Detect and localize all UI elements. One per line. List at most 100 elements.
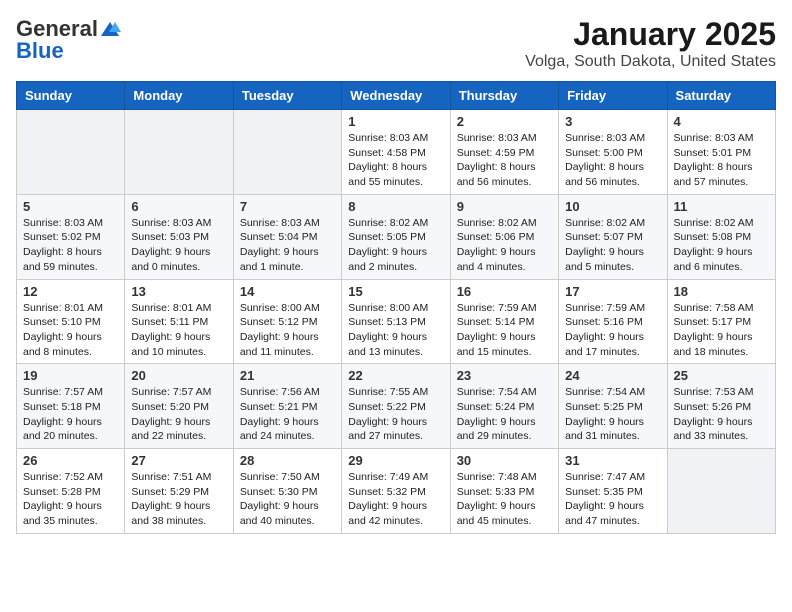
daylight: Daylight: 9 hours and 29 minutes. [457, 416, 536, 443]
calendar-day-cell: 26 Sunrise: 7:52 AM Sunset: 5:28 PM Dayl… [17, 449, 125, 534]
calendar-day-cell: 17 Sunrise: 7:59 AM Sunset: 5:16 PM Dayl… [559, 279, 667, 364]
sunrise: Sunrise: 7:56 AM [240, 386, 320, 398]
daylight: Daylight: 9 hours and 11 minutes. [240, 331, 319, 358]
day-number: 1 [348, 114, 443, 129]
daylight: Daylight: 9 hours and 8 minutes. [23, 331, 102, 358]
weekday-header: Monday [125, 82, 233, 110]
day-info: Sunrise: 7:58 AM Sunset: 5:17 PM Dayligh… [674, 301, 769, 360]
daylight: Daylight: 9 hours and 20 minutes. [23, 416, 102, 443]
day-number: 11 [674, 199, 769, 214]
daylight: Daylight: 9 hours and 42 minutes. [348, 500, 427, 527]
day-info: Sunrise: 8:03 AM Sunset: 5:04 PM Dayligh… [240, 216, 335, 275]
sunset: Sunset: 4:59 PM [457, 147, 535, 159]
day-number: 2 [457, 114, 552, 129]
calendar-week-row: 26 Sunrise: 7:52 AM Sunset: 5:28 PM Dayl… [17, 449, 776, 534]
daylight: Daylight: 9 hours and 27 minutes. [348, 416, 427, 443]
calendar-day-cell: 19 Sunrise: 7:57 AM Sunset: 5:18 PM Dayl… [17, 364, 125, 449]
day-number: 7 [240, 199, 335, 214]
calendar-day-cell: 31 Sunrise: 7:47 AM Sunset: 5:35 PM Dayl… [559, 449, 667, 534]
daylight: Daylight: 9 hours and 40 minutes. [240, 500, 319, 527]
sunrise: Sunrise: 7:53 AM [674, 386, 754, 398]
day-info: Sunrise: 8:03 AM Sunset: 4:58 PM Dayligh… [348, 131, 443, 190]
location-title: Volga, South Dakota, United States [525, 53, 776, 71]
daylight: Daylight: 9 hours and 5 minutes. [565, 246, 644, 273]
sunrise: Sunrise: 7:49 AM [348, 471, 428, 483]
day-info: Sunrise: 7:56 AM Sunset: 5:21 PM Dayligh… [240, 385, 335, 444]
logo-blue: Blue [16, 38, 64, 64]
day-number: 16 [457, 284, 552, 299]
sunrise: Sunrise: 7:55 AM [348, 386, 428, 398]
day-number: 6 [131, 199, 226, 214]
sunset: Sunset: 5:14 PM [457, 316, 535, 328]
day-info: Sunrise: 7:57 AM Sunset: 5:18 PM Dayligh… [23, 385, 118, 444]
day-number: 4 [674, 114, 769, 129]
day-number: 20 [131, 368, 226, 383]
sunrise: Sunrise: 8:02 AM [565, 217, 645, 229]
calendar-day-cell: 21 Sunrise: 7:56 AM Sunset: 5:21 PM Dayl… [233, 364, 341, 449]
sunrise: Sunrise: 8:00 AM [240, 302, 320, 314]
daylight: Daylight: 8 hours and 56 minutes. [457, 161, 536, 188]
daylight: Daylight: 9 hours and 47 minutes. [565, 500, 644, 527]
calendar-week-row: 19 Sunrise: 7:57 AM Sunset: 5:18 PM Dayl… [17, 364, 776, 449]
daylight: Daylight: 9 hours and 15 minutes. [457, 331, 536, 358]
sunset: Sunset: 5:26 PM [674, 401, 752, 413]
calendar-day-cell: 30 Sunrise: 7:48 AM Sunset: 5:33 PM Dayl… [450, 449, 558, 534]
day-number: 18 [674, 284, 769, 299]
day-info: Sunrise: 7:54 AM Sunset: 5:24 PM Dayligh… [457, 385, 552, 444]
day-info: Sunrise: 7:48 AM Sunset: 5:33 PM Dayligh… [457, 470, 552, 529]
day-info: Sunrise: 8:02 AM Sunset: 5:08 PM Dayligh… [674, 216, 769, 275]
day-info: Sunrise: 8:03 AM Sunset: 4:59 PM Dayligh… [457, 131, 552, 190]
sunset: Sunset: 5:29 PM [131, 486, 209, 498]
calendar-day-cell: 9 Sunrise: 8:02 AM Sunset: 5:06 PM Dayli… [450, 194, 558, 279]
sunrise: Sunrise: 8:02 AM [348, 217, 428, 229]
day-info: Sunrise: 7:59 AM Sunset: 5:16 PM Dayligh… [565, 301, 660, 360]
day-number: 19 [23, 368, 118, 383]
sunrise: Sunrise: 8:01 AM [23, 302, 103, 314]
daylight: Daylight: 9 hours and 45 minutes. [457, 500, 536, 527]
day-number: 5 [23, 199, 118, 214]
daylight: Daylight: 9 hours and 13 minutes. [348, 331, 427, 358]
day-number: 14 [240, 284, 335, 299]
logo-icon [99, 20, 121, 38]
calendar-day-cell: 18 Sunrise: 7:58 AM Sunset: 5:17 PM Dayl… [667, 279, 775, 364]
weekday-header: Wednesday [342, 82, 450, 110]
daylight: Daylight: 8 hours and 57 minutes. [674, 161, 753, 188]
sunrise: Sunrise: 8:01 AM [131, 302, 211, 314]
calendar-day-cell: 5 Sunrise: 8:03 AM Sunset: 5:02 PM Dayli… [17, 194, 125, 279]
calendar-day-cell: 1 Sunrise: 8:03 AM Sunset: 4:58 PM Dayli… [342, 110, 450, 195]
day-number: 30 [457, 453, 552, 468]
page-header: General Blue January 2025 Volga, South D… [16, 16, 776, 71]
calendar-day-cell: 16 Sunrise: 7:59 AM Sunset: 5:14 PM Dayl… [450, 279, 558, 364]
sunrise: Sunrise: 7:47 AM [565, 471, 645, 483]
sunset: Sunset: 5:03 PM [131, 231, 209, 243]
calendar-day-cell: 22 Sunrise: 7:55 AM Sunset: 5:22 PM Dayl… [342, 364, 450, 449]
calendar-day-cell: 12 Sunrise: 8:01 AM Sunset: 5:10 PM Dayl… [17, 279, 125, 364]
sunset: Sunset: 5:21 PM [240, 401, 318, 413]
day-number: 15 [348, 284, 443, 299]
daylight: Daylight: 9 hours and 6 minutes. [674, 246, 753, 273]
sunset: Sunset: 5:16 PM [565, 316, 643, 328]
day-number: 27 [131, 453, 226, 468]
month-title: January 2025 [525, 16, 776, 53]
day-number: 3 [565, 114, 660, 129]
day-info: Sunrise: 7:59 AM Sunset: 5:14 PM Dayligh… [457, 301, 552, 360]
day-info: Sunrise: 8:00 AM Sunset: 5:12 PM Dayligh… [240, 301, 335, 360]
calendar-day-cell: 25 Sunrise: 7:53 AM Sunset: 5:26 PM Dayl… [667, 364, 775, 449]
day-info: Sunrise: 8:02 AM Sunset: 5:05 PM Dayligh… [348, 216, 443, 275]
daylight: Daylight: 9 hours and 10 minutes. [131, 331, 210, 358]
sunrise: Sunrise: 7:57 AM [131, 386, 211, 398]
day-number: 22 [348, 368, 443, 383]
sunset: Sunset: 5:33 PM [457, 486, 535, 498]
sunrise: Sunrise: 7:58 AM [674, 302, 754, 314]
sunset: Sunset: 5:28 PM [23, 486, 101, 498]
daylight: Daylight: 9 hours and 2 minutes. [348, 246, 427, 273]
sunrise: Sunrise: 8:02 AM [457, 217, 537, 229]
day-number: 28 [240, 453, 335, 468]
sunset: Sunset: 5:12 PM [240, 316, 318, 328]
daylight: Daylight: 8 hours and 55 minutes. [348, 161, 427, 188]
sunrise: Sunrise: 7:51 AM [131, 471, 211, 483]
sunset: Sunset: 5:00 PM [565, 147, 643, 159]
sunrise: Sunrise: 8:03 AM [565, 132, 645, 144]
sunrise: Sunrise: 8:03 AM [240, 217, 320, 229]
calendar-day-cell: 8 Sunrise: 8:02 AM Sunset: 5:05 PM Dayli… [342, 194, 450, 279]
